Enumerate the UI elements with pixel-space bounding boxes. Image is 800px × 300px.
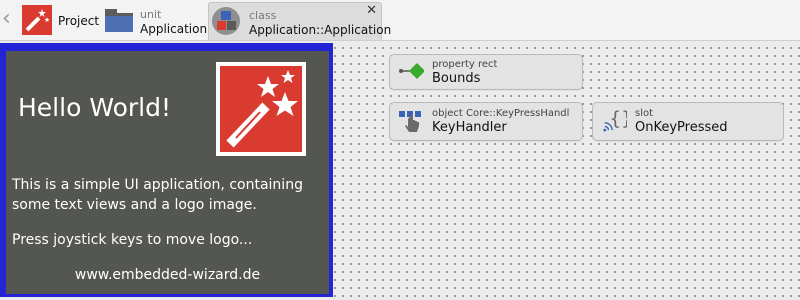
breadcrumb-class-label: Application::Application	[249, 23, 392, 37]
back-chevron-icon[interactable]: ‹	[2, 7, 16, 31]
slot-name: OnKeyPressed	[635, 120, 728, 135]
keyhandler-name: KeyHandler	[432, 120, 507, 135]
svg-text:{}: {}	[609, 109, 627, 130]
close-icon[interactable]: ✕	[366, 3, 377, 18]
logo-image	[216, 62, 306, 156]
hand-pointer-icon	[399, 111, 421, 132]
bounds-name: Bounds	[432, 71, 481, 86]
breadcrumb-project[interactable]: Project	[22, 2, 100, 38]
slot-braces-icon: {}	[603, 109, 627, 132]
breadcrumb-project-label: Project	[58, 14, 100, 28]
breadcrumb-unit[interactable]: unit Application	[104, 2, 208, 38]
class-icon	[212, 7, 240, 35]
property-bounds-node[interactable]: property rect Bounds	[389, 54, 583, 90]
breadcrumb-toolbar: ‹ Project unit Application class Applica…	[0, 0, 800, 41]
slot-onkeypressed-node[interactable]: {} slot OnKeyPressed	[592, 102, 784, 141]
breadcrumb-unit-label: Application	[140, 22, 208, 36]
breadcrumb-class-type: class	[249, 9, 277, 22]
url-text: www.embedded-wizard.de	[74, 267, 261, 283]
description-text: This is a simple UI application, contain…	[12, 177, 303, 213]
application-preview-selection[interactable]: Hello World! This is a simple UI applica…	[0, 43, 333, 297]
breadcrumb-class-tab[interactable]: class Application::Application ✕	[208, 2, 391, 40]
property-diamond-icon	[399, 63, 424, 79]
breadcrumb-unit-type: unit	[140, 8, 162, 21]
application-preview: Hello World! This is a simple UI applica…	[6, 51, 329, 294]
slot-type: slot	[635, 108, 654, 119]
keyhandler-type: object Core::KeyPressHandler	[432, 108, 570, 119]
hint-text: Press joystick keys to move logo...	[12, 232, 253, 248]
magic-wand-icon	[22, 5, 52, 35]
folder-icon	[105, 9, 133, 32]
bounds-type: property rect	[432, 59, 498, 70]
magic-wand-logo-icon	[226, 70, 298, 148]
keyhandler-node[interactable]: object Core::KeyPressHandler KeyHandler	[389, 102, 583, 141]
hello-text: Hello World!	[18, 93, 171, 122]
